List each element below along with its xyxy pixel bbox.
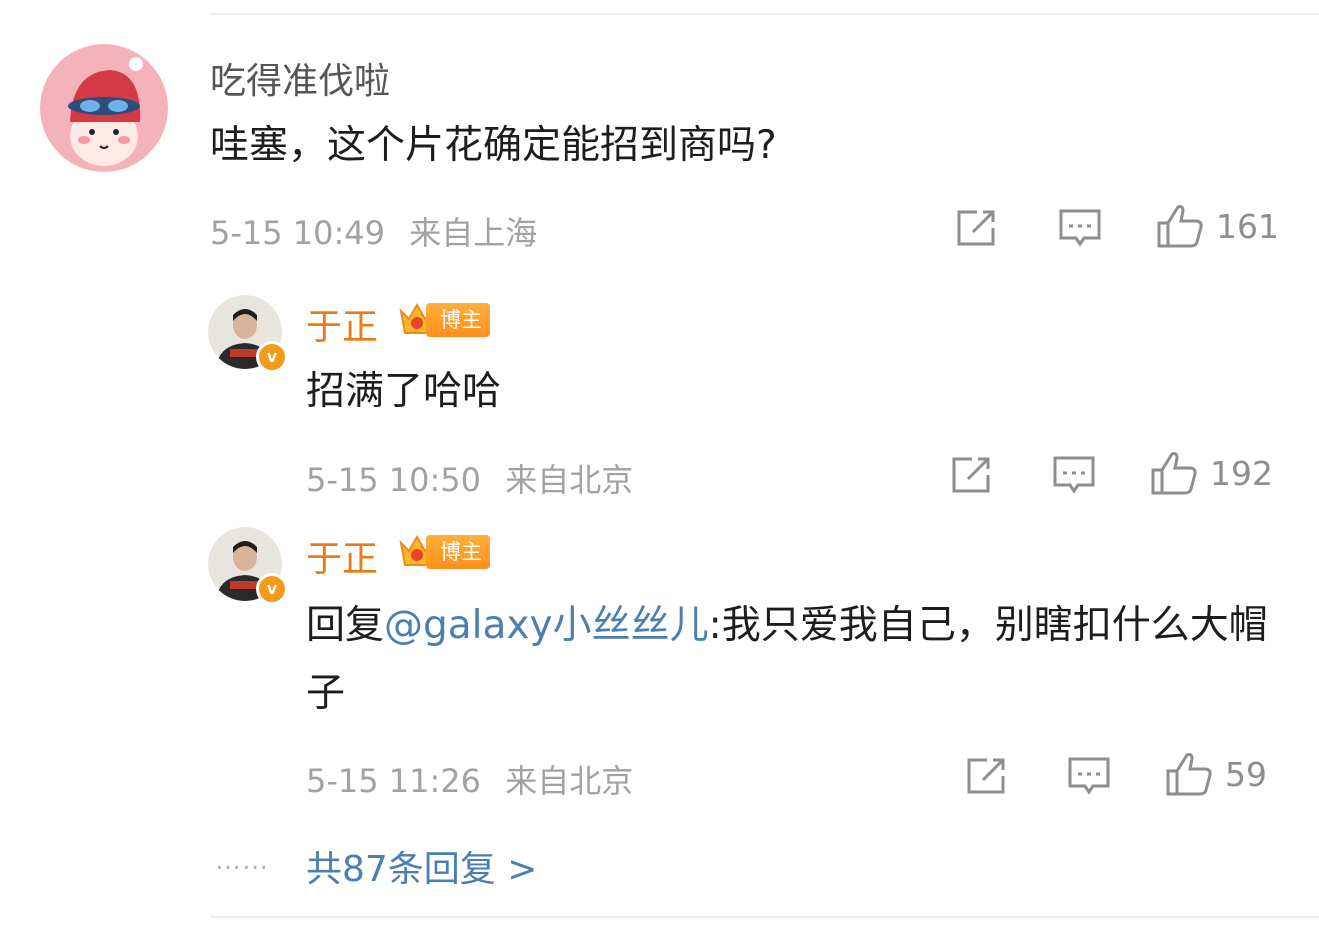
reply-location: 来自北京 xyxy=(505,461,634,499)
reply-text-block: 回复@galaxy小丝丝儿:我只爱我自己，别瞎扣什么大帽子 xyxy=(306,592,1286,728)
commenter-username[interactable]: 吃得准伐啦 xyxy=(210,52,390,104)
comment-icon xyxy=(1059,209,1101,247)
reply-time: 5-15 10:50 xyxy=(306,461,482,499)
comment-icon xyxy=(1068,757,1110,795)
reply-username[interactable]: 于正 xyxy=(306,298,378,350)
like-count: 59 xyxy=(1225,754,1267,794)
comment-button[interactable] xyxy=(1052,455,1096,495)
reply-username[interactable]: 于正 xyxy=(306,530,378,582)
like-button[interactable]: 192 xyxy=(1150,450,1273,496)
reply-prefix: 回复 xyxy=(306,603,385,648)
like-count: 192 xyxy=(1210,453,1273,493)
blogger-badge: 博主 xyxy=(398,533,490,571)
comment-time: 5-15 10:49 xyxy=(210,214,386,252)
share-icon xyxy=(967,758,1005,794)
reply-meta: 5-15 10:50 来自北京 xyxy=(306,455,633,501)
like-button[interactable]: 161 xyxy=(1156,203,1279,249)
view-all-replies-link[interactable]: 共87条回复 > xyxy=(306,840,537,892)
comment-location: 来自上海 xyxy=(409,214,538,252)
comment-icon xyxy=(1053,456,1095,494)
mention-link[interactable]: @galaxy小丝丝儿 xyxy=(384,603,709,648)
comment-button[interactable] xyxy=(1067,756,1111,796)
share-icon xyxy=(957,210,995,246)
comment-text: 哇塞，这个片花确定能招到商吗? xyxy=(210,123,777,168)
cartoon-avatar-icon xyxy=(40,44,168,172)
share-icon xyxy=(952,457,990,493)
reply-time: 5-15 11:26 xyxy=(306,762,482,800)
commenter-avatar[interactable] xyxy=(40,44,168,172)
share-button[interactable] xyxy=(955,208,999,248)
reply-text: 招满了哈哈 xyxy=(306,369,502,414)
share-button[interactable] xyxy=(950,455,994,495)
comment-button[interactable] xyxy=(1058,208,1102,248)
like-count: 161 xyxy=(1216,206,1279,246)
comment-meta: 5-15 10:49 来自上海 xyxy=(210,208,537,254)
badge-label: 博主 xyxy=(426,535,490,569)
bottom-divider xyxy=(210,916,1319,918)
top-divider xyxy=(210,13,1319,15)
badge-label: 博主 xyxy=(426,303,490,337)
verified-icon: v xyxy=(256,573,288,605)
thumbs-up-icon xyxy=(1166,753,1212,796)
share-button[interactable] xyxy=(965,756,1009,796)
like-button[interactable]: 59 xyxy=(1165,751,1267,797)
blogger-badge: 博主 xyxy=(398,301,490,339)
reply-meta: 5-15 11:26 来自北京 xyxy=(306,756,633,802)
thumbs-up-icon xyxy=(1151,452,1197,495)
verified-icon: v xyxy=(256,341,288,373)
reply-location: 来自北京 xyxy=(505,762,634,800)
more-dots: …… xyxy=(215,846,269,876)
thumbs-up-icon xyxy=(1157,205,1203,248)
